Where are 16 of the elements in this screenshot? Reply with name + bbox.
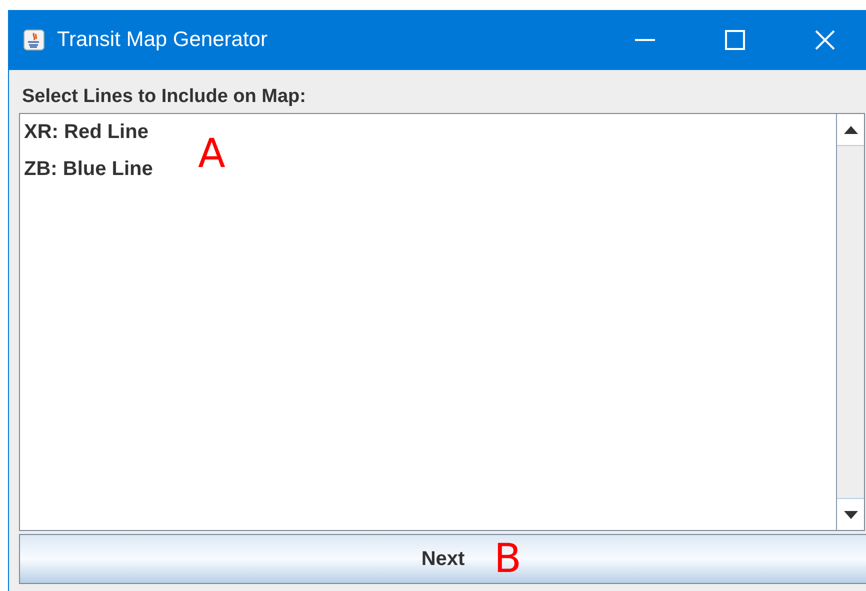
annotation-letter: A <box>198 131 226 177</box>
down-arrow-icon <box>844 510 858 518</box>
scroll-down-button[interactable] <box>837 498 864 530</box>
app-icon <box>23 29 45 51</box>
close-icon <box>815 30 835 50</box>
minimize-icon <box>635 39 655 41</box>
window-title: Transit Map Generator <box>57 27 268 54</box>
line-list[interactable]: XR: Red Line ZB: Blue Line A <box>20 114 836 530</box>
list-item[interactable]: ZB: Blue Line <box>24 157 153 194</box>
scrollbar[interactable] <box>836 114 864 530</box>
list-label: Select Lines to Include on Map: <box>22 86 306 107</box>
list-item[interactable]: XR: Red Line <box>24 120 148 157</box>
annotation-letter: B <box>494 536 522 582</box>
up-arrow-icon <box>844 126 858 134</box>
maximize-icon <box>725 30 745 50</box>
scroll-up-button[interactable] <box>837 114 864 146</box>
